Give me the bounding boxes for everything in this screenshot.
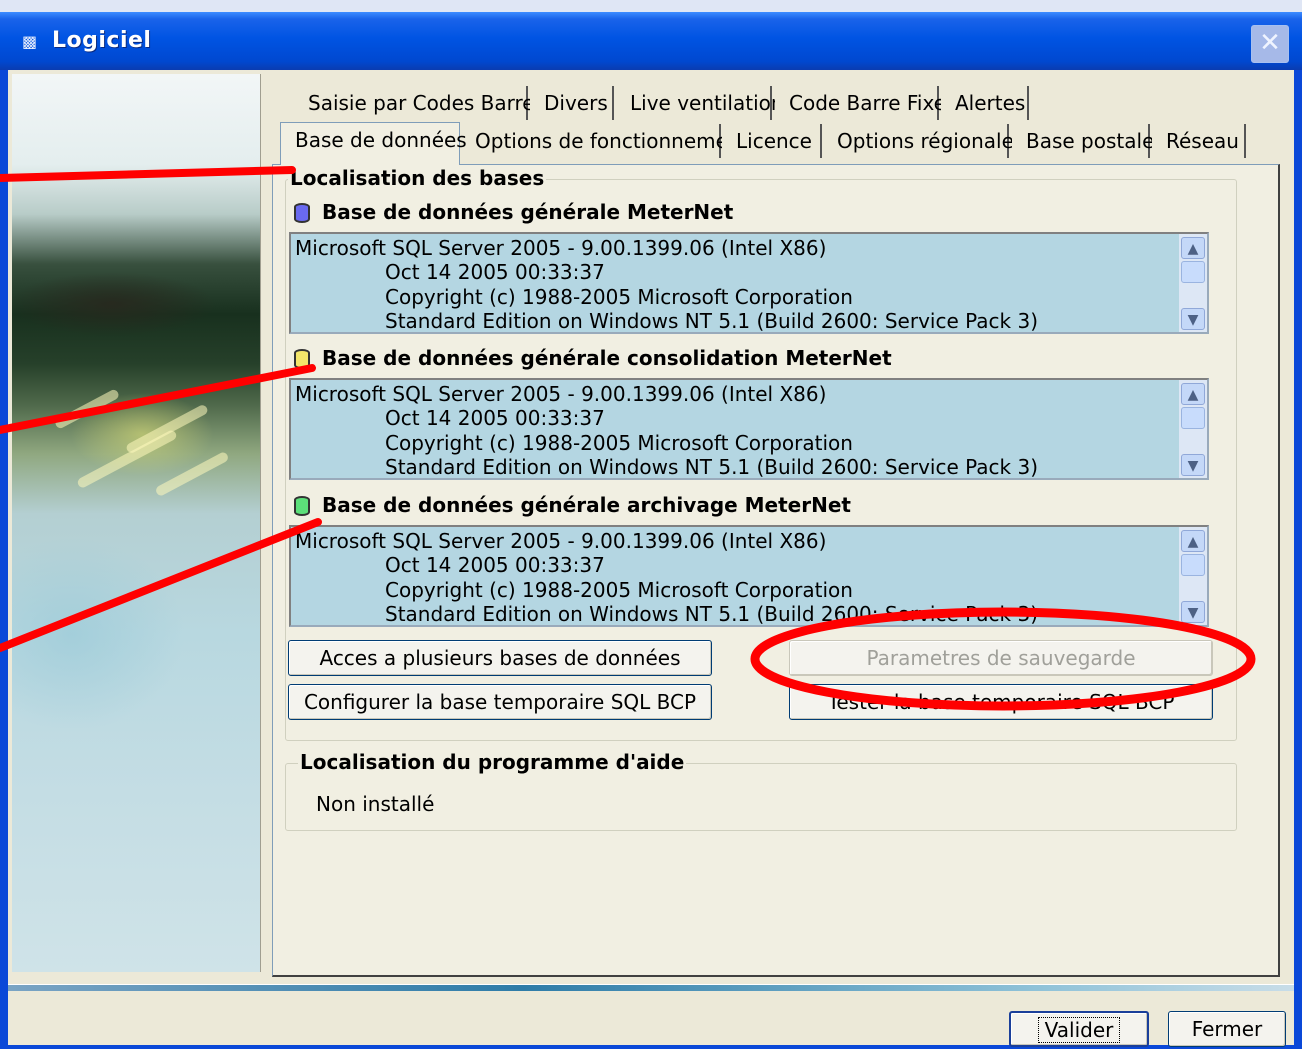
info-line: Microsoft SQL Server 2005 - 9.00.1399.06… — [295, 529, 827, 553]
database-blue-icon — [294, 203, 310, 223]
info-line: Microsoft SQL Server 2005 - 9.00.1399.06… — [295, 236, 827, 260]
help-group: Localisation du programme d'aide Non ins… — [285, 750, 1237, 831]
title-bar[interactable]: ▩ Logiciel ✕ — [0, 12, 1302, 70]
scroll-thumb[interactable] — [1181, 554, 1205, 576]
db-general-title: Base de données générale MeterNet — [322, 200, 734, 224]
scroll-up-icon[interactable]: ▲ — [1181, 530, 1205, 552]
info-line: Copyright (c) 1988-2005 Microsoft Corpor… — [385, 285, 853, 309]
app-icon: ▩ — [22, 32, 38, 51]
help-group-title: Localisation du programme d'aide — [298, 750, 687, 774]
validate-label: Valider — [1037, 1017, 1121, 1043]
info-line: Microsoft SQL Server 2005 - 9.00.1399.06… — [295, 382, 827, 406]
scroll-down-icon[interactable]: ▼ — [1181, 308, 1205, 330]
close-button[interactable]: ✕ — [1251, 25, 1289, 63]
bases-group-title: Localisation des bases — [288, 166, 547, 190]
info-line: Copyright (c) 1988-2005 Microsoft Corpor… — [385, 431, 853, 455]
backup-params-button[interactable]: Parametres de sauvegarde — [789, 640, 1213, 676]
scroll-up-icon[interactable]: ▲ — [1181, 237, 1205, 259]
multi-db-access-button[interactable]: Acces a plusieurs bases de données — [288, 640, 712, 676]
info-line: Oct 14 2005 00:33:37 — [385, 260, 605, 284]
application-window: ▩ Logiciel ✕ Saisie par Codes Barres Div… — [0, 12, 1302, 1049]
info-line: Oct 14 2005 00:33:37 — [385, 553, 605, 577]
vertical-scrollbar[interactable]: ▲ ▼ — [1179, 527, 1207, 625]
tab-saisie-codes-barres[interactable]: Saisie par Codes Barres — [294, 86, 545, 120]
image-streak — [154, 450, 230, 498]
tab-live-ventilation[interactable]: Live ventilation — [616, 86, 784, 120]
test-bcp-button[interactable]: Tester la base temporaire SQL BCP — [789, 684, 1213, 720]
scroll-up-icon[interactable]: ▲ — [1181, 383, 1205, 405]
db-consolidation-info[interactable]: Microsoft SQL Server 2005 - 9.00.1399.06… — [289, 378, 1209, 480]
bases-group: Localisation des bases Base de données g… — [285, 166, 1237, 741]
info-line: Standard Edition on Windows NT 5.1 (Buil… — [385, 455, 1039, 479]
divider — [8, 984, 1294, 991]
tab-base-postale[interactable]: Base postale — [1012, 124, 1154, 158]
info-line: Oct 14 2005 00:33:37 — [385, 406, 605, 430]
close-dialog-button[interactable]: Fermer — [1168, 1011, 1286, 1047]
decorative-side-image — [12, 74, 261, 972]
tab-base-de-donnees[interactable]: Base de données — [280, 122, 467, 165]
db-archivage-info[interactable]: Microsoft SQL Server 2005 - 9.00.1399.06… — [289, 525, 1209, 627]
image-streak — [53, 388, 121, 430]
validate-button[interactable]: Valider — [1009, 1011, 1149, 1047]
image-streak — [76, 428, 178, 490]
database-green-icon — [294, 496, 310, 516]
tab-code-barre-fixe[interactable]: Code Barre Fixe — [775, 86, 946, 120]
tab-divers[interactable]: Divers — [530, 86, 614, 120]
info-line: Standard Edition on Windows NT 5.1 (Buil… — [385, 309, 1039, 333]
tab-reseau[interactable]: Réseau — [1152, 124, 1246, 158]
info-line: Copyright (c) 1988-2005 Microsoft Corpor… — [385, 578, 853, 602]
tab-options-regionales[interactable]: Options régionales — [823, 124, 1024, 158]
tab-licence[interactable]: Licence — [722, 124, 822, 158]
info-line: Standard Edition on Windows NT 5.1 (Buil… — [385, 602, 1039, 626]
db-consolidation-title: Base de données générale consolidation M… — [322, 346, 892, 370]
vertical-scrollbar[interactable]: ▲ ▼ — [1179, 380, 1207, 478]
window-title: Logiciel — [52, 28, 152, 53]
database-yellow-icon — [294, 349, 310, 369]
vertical-scrollbar[interactable]: ▲ ▼ — [1179, 234, 1207, 332]
scroll-thumb[interactable] — [1181, 261, 1205, 283]
scroll-down-icon[interactable]: ▼ — [1181, 454, 1205, 476]
db-archivage-title: Base de données générale archivage Meter… — [322, 493, 851, 517]
tab-options-fonctionnement[interactable]: Options de fonctionnement — [461, 124, 748, 158]
db-general-info[interactable]: Microsoft SQL Server 2005 - 9.00.1399.06… — [289, 232, 1209, 334]
scroll-down-icon[interactable]: ▼ — [1181, 601, 1205, 623]
tab-alertes[interactable]: Alertes — [941, 86, 1029, 120]
configure-bcp-button[interactable]: Configurer la base temporaire SQL BCP — [288, 684, 712, 720]
scroll-thumb[interactable] — [1181, 407, 1205, 429]
dialog-client-area: Saisie par Codes Barres Divers Live vent… — [8, 70, 1294, 1047]
tab-panel-base-de-donnees: Localisation des bases Base de données g… — [272, 164, 1280, 977]
help-location-value: Non installé — [316, 792, 435, 816]
